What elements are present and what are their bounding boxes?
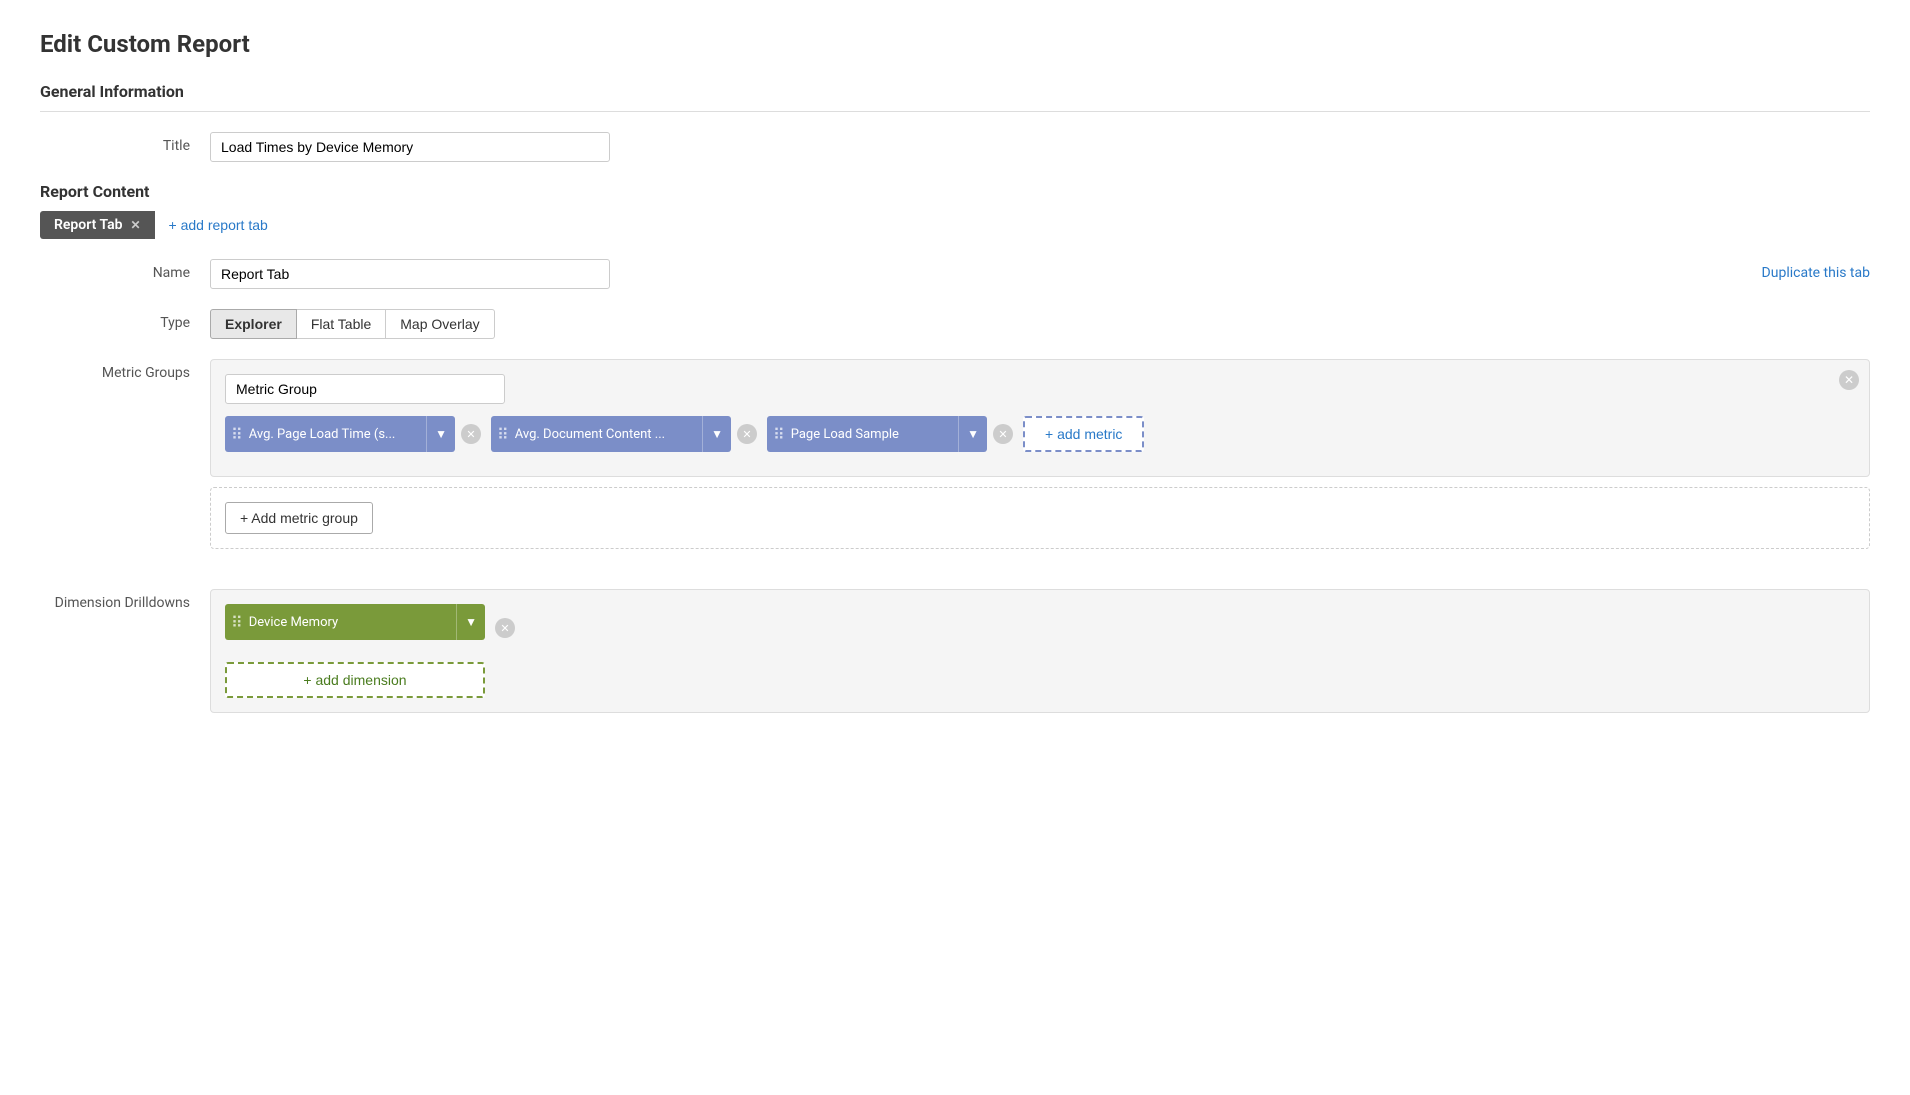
dimension-chip-dropdown-arrow[interactable]: ▼ xyxy=(456,604,485,640)
chip-dropdown-arrow[interactable]: ▼ xyxy=(426,416,455,452)
metric-chip-label: Avg. Document Content ... xyxy=(515,427,702,442)
dimension-drilldowns-row: Dimension Drilldowns ⠿ Device Memory ▼ ✕… xyxy=(40,589,1870,713)
type-label: Type xyxy=(40,309,210,331)
drag-handle-icon: ⠿ xyxy=(491,425,515,444)
duplicate-tab-link[interactable]: Duplicate this tab xyxy=(1762,259,1870,281)
title-label: Title xyxy=(40,132,210,154)
metric-chip-avg-doc-content: ⠿ Avg. Document Content ... ▼ xyxy=(491,416,731,452)
type-buttons-container: Explorer Flat Table Map Overlay xyxy=(210,309,1870,339)
tab-name-input[interactable] xyxy=(210,259,610,289)
report-content-heading: Report Content xyxy=(40,182,1870,201)
metric-chip-3-wrapper: ⠿ Page Load Sample ▼ ✕ xyxy=(767,416,1013,452)
metric-group-area: ✕ ⠿ Avg. Page Load Time (s... ▼ ✕ xyxy=(210,359,1870,477)
type-flat-table-button[interactable]: Flat Table xyxy=(297,309,386,339)
metric-groups-label: Metric Groups xyxy=(40,359,210,381)
dimension-drilldowns-label: Dimension Drilldowns xyxy=(40,589,210,611)
add-metric-button[interactable]: + add metric xyxy=(1023,416,1144,452)
dimension-chip-label: Device Memory xyxy=(249,615,456,630)
dimension-area: ⠿ Device Memory ▼ ✕ + add dimension xyxy=(210,589,1870,713)
type-button-group: Explorer Flat Table Map Overlay xyxy=(210,309,1870,339)
dimension-chip-device-memory: ⠿ Device Memory ▼ xyxy=(225,604,485,640)
metrics-chips-row: ⠿ Avg. Page Load Time (s... ▼ ✕ ⠿ Avg. D… xyxy=(225,416,1855,452)
metric-groups-row: Metric Groups ✕ ⠿ Avg. Page Load Time (s… xyxy=(40,359,1870,569)
title-input[interactable] xyxy=(210,132,610,162)
dimension-chip-row: ⠿ Device Memory ▼ ✕ xyxy=(225,604,1855,652)
metric-chip-2-wrapper: ⠿ Avg. Document Content ... ▼ ✕ xyxy=(491,416,757,452)
dimension-chip-close[interactable]: ✕ xyxy=(495,618,515,638)
name-field-container: Duplicate this tab xyxy=(210,259,1870,289)
metric-chip-1-close[interactable]: ✕ xyxy=(461,424,481,444)
add-tab-button[interactable]: + add report tab xyxy=(155,211,282,239)
chip-dropdown-arrow[interactable]: ▼ xyxy=(958,416,987,452)
close-tab-icon[interactable]: ✕ xyxy=(130,219,140,231)
drag-handle-icon: ⠿ xyxy=(225,613,249,632)
metric-group-close-btn[interactable]: ✕ xyxy=(1839,370,1859,390)
metric-groups-container: ✕ ⠿ Avg. Page Load Time (s... ▼ ✕ xyxy=(210,359,1870,569)
active-tab[interactable]: Report Tab ✕ xyxy=(40,211,155,239)
dimension-drilldowns-container: ⠿ Device Memory ▼ ✕ + add dimension xyxy=(210,589,1870,713)
type-row: Type Explorer Flat Table Map Overlay xyxy=(40,309,1870,339)
metric-chip-1-wrapper: ⠿ Avg. Page Load Time (s... ▼ ✕ xyxy=(225,416,481,452)
add-metric-group-button[interactable]: + Add metric group xyxy=(225,502,373,534)
divider-general xyxy=(40,111,1870,112)
metric-chip-2-close[interactable]: ✕ xyxy=(737,424,757,444)
metric-chip-label: Avg. Page Load Time (s... xyxy=(249,427,426,442)
metric-chip-label: Page Load Sample xyxy=(791,427,958,442)
chip-dropdown-arrow[interactable]: ▼ xyxy=(702,416,731,452)
active-tab-label: Report Tab xyxy=(54,217,122,233)
general-info-heading: General Information xyxy=(40,82,1870,101)
add-metric-group-area: + Add metric group xyxy=(210,487,1870,549)
title-field-container xyxy=(210,132,1870,162)
title-row: Title xyxy=(40,132,1870,162)
tab-strip: Report Tab ✕ + add report tab xyxy=(40,211,1870,239)
metric-chip-3-close[interactable]: ✕ xyxy=(993,424,1013,444)
add-dimension-button[interactable]: + add dimension xyxy=(225,662,485,698)
type-explorer-button[interactable]: Explorer xyxy=(210,309,297,339)
type-map-overlay-button[interactable]: Map Overlay xyxy=(386,309,494,339)
name-label: Name xyxy=(40,259,210,281)
metric-group-name-container xyxy=(225,374,1855,404)
drag-handle-icon: ⠿ xyxy=(225,425,249,444)
metric-chip-page-load-sample: ⠿ Page Load Sample ▼ xyxy=(767,416,987,452)
drag-handle-icon: ⠿ xyxy=(767,425,791,444)
page-title: Edit Custom Report xyxy=(40,30,1870,58)
tab-name-row: Name Duplicate this tab xyxy=(40,259,1870,289)
metric-group-name-input[interactable] xyxy=(225,374,505,404)
metric-chip-avg-page-load: ⠿ Avg. Page Load Time (s... ▼ xyxy=(225,416,455,452)
